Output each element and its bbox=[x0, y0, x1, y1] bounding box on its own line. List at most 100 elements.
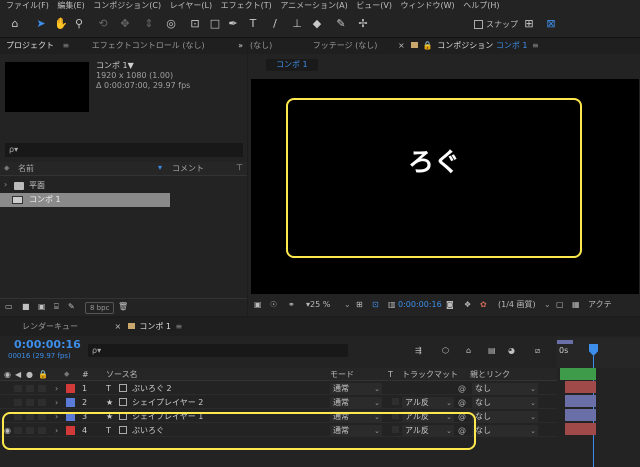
draft-3d-icon[interactable]: ⬡ bbox=[442, 344, 449, 358]
type-tool-icon[interactable]: T bbox=[246, 17, 260, 31]
new-comp-icon[interactable]: ▣ bbox=[38, 300, 46, 314]
solo-toggle[interactable] bbox=[26, 399, 34, 406]
pan-tool-icon[interactable]: ✥ bbox=[118, 17, 132, 31]
comp-mini-flowchart-icon[interactable]: ⇶ bbox=[415, 344, 422, 358]
tab-project[interactable]: プロジェクト bbox=[0, 38, 60, 54]
quality-dropdown[interactable]: (1/4 画質) bbox=[498, 297, 536, 313]
parent-dropdown[interactable]: なし ⌄ bbox=[472, 383, 538, 395]
label-color-swatch[interactable] bbox=[66, 384, 75, 393]
pen-icon[interactable]: ✎ bbox=[68, 300, 75, 314]
audio-icon[interactable]: ◀ bbox=[15, 368, 21, 381]
track-bar-top[interactable] bbox=[560, 368, 596, 380]
trash-icon[interactable]: 🗑 bbox=[118, 300, 128, 314]
lock-toggle[interactable] bbox=[38, 399, 46, 406]
selection-tool-icon[interactable]: ➤ bbox=[34, 17, 48, 31]
region-icon[interactable]: ▢ bbox=[556, 297, 564, 313]
eraser-tool-icon[interactable]: ◆ bbox=[310, 17, 324, 31]
solo-icon[interactable]: ● bbox=[26, 368, 33, 381]
layer-name[interactable]: ぷいろぐ 2 bbox=[132, 382, 172, 395]
col-comment[interactable]: コメント bbox=[172, 163, 204, 174]
interpret-footage-icon[interactable]: ▭ bbox=[5, 300, 13, 314]
layer-row[interactable]: › 2 ★ シェイプレイヤー 2 通常 ⌄ アル反 ⌄ @ なし ⌄ bbox=[0, 396, 557, 409]
tab-render-queue[interactable]: レンダーキュー bbox=[16, 318, 84, 336]
menu-animation[interactable]: アニメーション(A) bbox=[280, 0, 347, 12]
comp-name[interactable]: コンポ 1▼ bbox=[96, 60, 134, 71]
mode-dropdown[interactable]: 通常 ⌄ bbox=[330, 383, 382, 395]
menu-edit[interactable]: 編集(E) bbox=[57, 0, 84, 12]
track-bar-3[interactable] bbox=[565, 409, 596, 421]
menu-layer[interactable]: レイヤー(L) bbox=[170, 0, 212, 12]
lock-toggle[interactable] bbox=[38, 385, 46, 392]
lock-icon[interactable]: 🔒 bbox=[38, 368, 48, 381]
graph-editor-icon[interactable]: ⧄ bbox=[535, 344, 540, 358]
shy-icon[interactable]: ⌂ bbox=[466, 344, 471, 358]
parent-dropdown[interactable]: なし ⌄ bbox=[472, 397, 538, 409]
snap-option-icon[interactable]: ⊞ bbox=[522, 17, 536, 31]
layer-row[interactable]: › 1 T ぷいろぐ 2 通常 ⌄ @ なし ⌄ bbox=[0, 382, 557, 395]
timeline-search-input[interactable]: ρ▾ bbox=[88, 344, 348, 357]
chevron-down-icon[interactable]: ⌄ bbox=[544, 297, 551, 313]
trackmatte-dropdown[interactable]: アル反 ⌄ bbox=[402, 397, 454, 409]
panel-menu-icon[interactable]: ≡ bbox=[532, 41, 539, 50]
menu-window[interactable]: ウィンドウ(W) bbox=[401, 0, 455, 12]
tab-layer[interactable]: (なし) bbox=[248, 38, 278, 54]
show-snapshot-icon[interactable]: ❖ bbox=[464, 297, 471, 313]
menu-composition[interactable]: コンポジション(C) bbox=[93, 0, 161, 12]
snap-checkbox[interactable] bbox=[474, 20, 483, 29]
time-ruler[interactable]: 0s bbox=[557, 338, 640, 368]
snapshot-icon[interactable]: ◙ bbox=[446, 297, 454, 313]
track-bar-1[interactable] bbox=[565, 381, 596, 393]
home-icon[interactable]: ⌂ bbox=[8, 17, 22, 31]
dolly-tool-icon[interactable]: ⇕ bbox=[142, 17, 156, 31]
audio-toggle[interactable] bbox=[14, 399, 22, 406]
col-parent[interactable]: 親とリンク bbox=[470, 368, 510, 381]
viewer-timecode[interactable]: 0:00:00:16 bbox=[398, 297, 442, 313]
snap-option-2-icon[interactable]: ⊠ bbox=[544, 17, 558, 31]
menu-file[interactable]: ファイル(F) bbox=[6, 0, 49, 12]
tab-composition[interactable]: コンポジション コンポ 1 bbox=[435, 38, 529, 54]
close-tab-icon[interactable]: × bbox=[115, 322, 122, 331]
mask-icon[interactable]: ⚭ bbox=[288, 297, 295, 313]
pen-tool-icon[interactable]: ✒ bbox=[226, 17, 240, 31]
parent-dropdown[interactable]: なし ⌄ bbox=[472, 425, 538, 437]
col-name[interactable]: 名前 bbox=[18, 163, 34, 174]
tab-comp-timeline[interactable]: コンポ 1 bbox=[137, 318, 173, 336]
panel-menu-icon[interactable]: ≡ bbox=[176, 322, 183, 331]
expand-chevron-icon[interactable]: › bbox=[55, 396, 58, 409]
audio-toggle[interactable] bbox=[14, 385, 22, 392]
visibility-icon[interactable]: ◉ bbox=[4, 368, 11, 381]
label-color-swatch[interactable] bbox=[66, 398, 75, 407]
expand-chevron-icon[interactable]: › bbox=[55, 382, 58, 395]
panel-menu-icon[interactable]: ≡ bbox=[63, 41, 70, 50]
flowchart-icon[interactable]: ⊤ bbox=[236, 163, 243, 172]
aspect-icon[interactable]: ☉ bbox=[270, 297, 277, 313]
rectangle-tool-icon[interactable]: □ bbox=[208, 17, 222, 31]
transparency-icon[interactable]: ▥ bbox=[388, 297, 396, 313]
pan-behind-tool-icon[interactable]: ◎ bbox=[164, 17, 178, 31]
menu-effect[interactable]: エフェクト(T) bbox=[221, 0, 272, 12]
mode-dropdown[interactable]: 通常 ⌄ bbox=[330, 397, 382, 409]
hand-tool-icon[interactable]: ✋ bbox=[54, 17, 68, 31]
solo-toggle[interactable] bbox=[26, 385, 34, 392]
chevron-down-icon[interactable]: ⌄ bbox=[344, 297, 351, 313]
zoom-tool-icon[interactable]: ⚲ bbox=[72, 17, 86, 31]
roto-brush-tool-icon[interactable]: ✎ bbox=[334, 17, 348, 31]
pick-whip-icon[interactable]: @ bbox=[458, 396, 466, 409]
parent-dropdown[interactable]: なし ⌄ bbox=[472, 411, 538, 423]
col-trackmatte[interactable]: トラックマット bbox=[402, 368, 458, 381]
anchor-tool-icon[interactable]: ⊡ bbox=[188, 17, 202, 31]
close-tab-icon[interactable]: × bbox=[398, 41, 405, 50]
roi-icon[interactable]: ⊡ bbox=[372, 297, 379, 313]
preserve-transparency-toggle[interactable] bbox=[392, 398, 399, 405]
col-mode[interactable]: モード bbox=[330, 368, 354, 381]
project-item-folder[interactable]: › 平面 bbox=[0, 179, 232, 193]
work-area-bar[interactable] bbox=[557, 340, 573, 344]
grid-icon[interactable]: ⊞ bbox=[356, 297, 363, 313]
new-folder-icon[interactable]: ■ bbox=[22, 300, 30, 314]
sort-arrow-icon[interactable]: ▾ bbox=[158, 163, 162, 172]
menu-view[interactable]: ビュー(V) bbox=[356, 0, 392, 12]
track-bar-2[interactable] bbox=[565, 395, 596, 407]
bpc-button[interactable]: 8 bpc bbox=[85, 302, 115, 314]
channel-icon[interactable]: ✿ bbox=[480, 297, 487, 313]
menu-help[interactable]: ヘルプ(H) bbox=[463, 0, 499, 12]
